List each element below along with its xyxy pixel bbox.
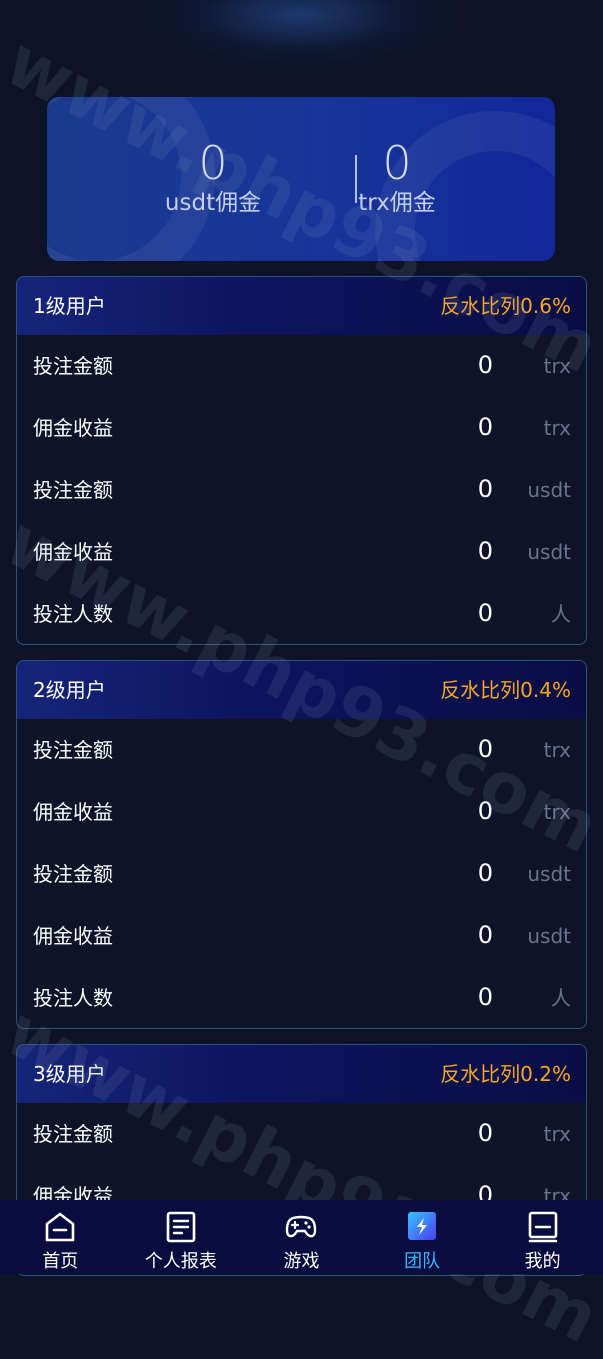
stat-value: 0 (477, 921, 493, 949)
stat-label: 投注金额 (33, 862, 113, 886)
stat-unit: usdt (527, 478, 571, 502)
stat-row: 投注金额 0 trx (17, 1103, 586, 1165)
home-icon (45, 1212, 75, 1242)
stat-row: 投注金额 0 usdt (17, 459, 586, 521)
rebate-rate: 反水比列0.2% (440, 1062, 571, 1086)
usdt-commission-label: usdt佣金 (164, 190, 262, 216)
stat-label: 佣金收益 (33, 800, 113, 824)
gamepad-icon (286, 1215, 317, 1238)
stat-row: 佣金收益 0 trx (17, 397, 586, 459)
stat-value: 0 (477, 983, 493, 1011)
level-2-card: 2级用户 反水比列0.4% 投注金额 0 trx 佣金收益 0 trx 投注金额… (16, 660, 587, 1029)
stat-value: 0 (477, 797, 493, 825)
stat-value: 0 (477, 537, 493, 565)
nav-item-report[interactable]: 个人报表 (121, 1200, 242, 1274)
stat-unit: trx (543, 800, 571, 824)
nav-label: 我的 (524, 1251, 561, 1272)
stat-label: 投注金额 (33, 478, 113, 502)
nav-label: 首页 (42, 1251, 79, 1272)
stat-row: 佣金收益 0 usdt (17, 905, 586, 967)
level-title: 2级用户 (33, 678, 106, 702)
nav-item-profile[interactable]: 我的 (482, 1200, 603, 1274)
stat-unit: trx (543, 354, 571, 378)
stat-value: 0 (477, 475, 493, 503)
level-header: 2级用户 反水比列0.4% (17, 661, 586, 719)
stat-unit: trx (543, 1122, 571, 1146)
level-header: 3级用户 反水比列0.2% (17, 1045, 586, 1103)
stat-row: 佣金收益 0 trx (17, 781, 586, 843)
stat-unit: usdt (527, 924, 571, 948)
nav-item-team[interactable]: 团队 (362, 1200, 483, 1274)
nav-item-games[interactable]: 游戏 (241, 1200, 362, 1274)
trx-commission-value: 0 (382, 136, 412, 190)
nav-label: 游戏 (283, 1251, 320, 1272)
stat-unit: 人 (551, 986, 571, 1010)
stat-row: 投注人数 0 人 (17, 583, 586, 644)
stat-value: 0 (477, 413, 493, 441)
stat-value: 0 (477, 735, 493, 763)
stat-unit: 人 (551, 602, 571, 626)
rebate-rate: 反水比列0.4% (440, 678, 571, 702)
stat-row: 投注金额 0 trx (17, 335, 586, 397)
level-1-card: 1级用户 反水比列0.6% 投注金额 0 trx 佣金收益 0 trx 投注金额… (16, 276, 587, 645)
stat-unit: usdt (527, 862, 571, 886)
rebate-rate: 反水比列0.6% (440, 294, 571, 318)
stat-value: 0 (477, 351, 493, 379)
stat-label: 投注金额 (33, 738, 113, 762)
stat-row: 投注人数 0 人 (17, 967, 586, 1028)
usdt-commission: 0 usdt佣金 (113, 137, 313, 217)
level-title: 1级用户 (33, 294, 106, 318)
stat-value: 0 (477, 599, 493, 627)
nav-label: 团队 (404, 1251, 441, 1272)
report-icon (166, 1211, 196, 1243)
stat-value: 0 (477, 859, 493, 887)
usdt-commission-value: 0 (198, 136, 228, 190)
level-title: 3级用户 (33, 1062, 106, 1086)
nav-item-home[interactable]: 首页 (0, 1200, 121, 1274)
stat-row: 投注金额 0 trx (17, 719, 586, 781)
stat-unit: trx (543, 416, 571, 440)
stat-value: 0 (477, 1119, 493, 1147)
trx-commission-label: trx佣金 (358, 190, 436, 216)
profile-icon (528, 1211, 557, 1243)
commission-summary-card: 0 usdt佣金 0 trx佣金 (47, 97, 555, 261)
stat-label: 投注人数 (33, 986, 113, 1010)
stat-row: 佣金收益 0 usdt (17, 521, 586, 583)
trx-commission: 0 trx佣金 (297, 137, 497, 217)
stat-row: 投注金额 0 usdt (17, 843, 586, 905)
team-icon (408, 1212, 437, 1240)
level-header: 1级用户 反水比列0.6% (17, 277, 586, 335)
bottom-nav: 首页 个人报表 游戏 团队 我的 (0, 1200, 603, 1274)
stat-label: 佣金收益 (33, 924, 113, 948)
stat-unit: usdt (527, 540, 571, 564)
stat-label: 投注金额 (33, 354, 113, 378)
top-glow (140, 0, 460, 70)
stat-label: 投注人数 (33, 602, 113, 626)
stat-label: 佣金收益 (33, 540, 113, 564)
nav-label: 个人报表 (144, 1251, 217, 1272)
stat-unit: trx (543, 738, 571, 762)
stat-label: 佣金收益 (33, 416, 113, 440)
stat-label: 投注金额 (33, 1122, 113, 1146)
